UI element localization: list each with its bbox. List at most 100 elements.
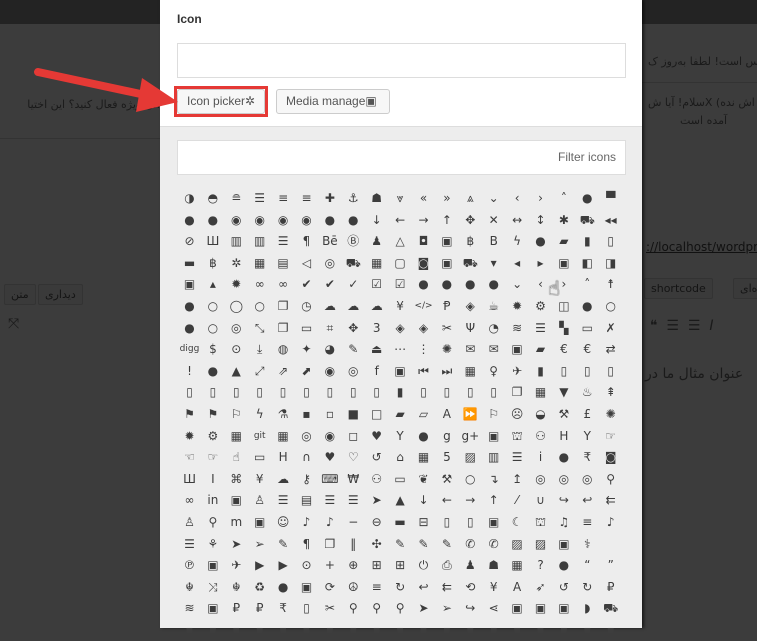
icon-option[interactable]: ☑ xyxy=(389,274,412,295)
icon-option[interactable]: ▀ xyxy=(599,188,622,209)
icon-option[interactable]: ▰ xyxy=(529,339,552,360)
icon-option[interactable]: ฿ xyxy=(459,231,482,252)
icon-option[interactable]: ▮ xyxy=(389,382,412,403)
icon-option[interactable]: ♻ xyxy=(248,577,271,598)
icon-option[interactable]: ◗ xyxy=(576,598,599,619)
icon-option[interactable]: ↻ xyxy=(576,577,599,598)
icon-option[interactable]: ♫ xyxy=(552,512,575,533)
icon-option[interactable]: ◘ xyxy=(412,231,435,252)
icon-option[interactable]: H xyxy=(272,447,295,468)
icon-option[interactable]: ⇗ xyxy=(272,361,295,382)
icon-option[interactable]: ▣ xyxy=(435,253,458,274)
icon-option[interactable]: ↔ xyxy=(506,210,529,231)
icon-option[interactable]: ▦ xyxy=(459,361,482,382)
icon-option[interactable]: in xyxy=(201,490,224,511)
icon-option[interactable]: ✂ xyxy=(318,598,341,619)
icon-option[interactable]: ▪ xyxy=(272,620,295,641)
icon-option[interactable]: ⁄ xyxy=(506,490,529,511)
icon-option[interactable]: ← xyxy=(389,210,412,231)
icon-option[interactable]: ⚐ xyxy=(482,404,505,425)
icon-option[interactable]: B xyxy=(482,231,505,252)
icon-option[interactable]: ¶ xyxy=(295,231,318,252)
icon-option[interactable]: ◓ xyxy=(201,188,224,209)
icon-option[interactable]: ▯ xyxy=(342,382,365,403)
icon-option[interactable]: ▦ xyxy=(248,253,271,274)
icon-option[interactable]: ▯ xyxy=(365,382,388,403)
icon-option[interactable]: ▦ xyxy=(225,426,248,447)
icon-option[interactable]: ↑ xyxy=(435,210,458,231)
icon-option[interactable]: ≋ xyxy=(506,318,529,339)
icon-option[interactable]: ˄ xyxy=(552,188,575,209)
icon-option[interactable]: ❐ xyxy=(318,534,341,555)
icon-option[interactable]: ⇇ xyxy=(435,577,458,598)
icon-option[interactable]: ▥ xyxy=(482,447,505,468)
icon-option[interactable]: ○ xyxy=(459,469,482,490)
icon-option[interactable]: ● xyxy=(201,361,224,382)
shortcode-button[interactable]: shortcode xyxy=(644,278,713,299)
icon-option[interactable]: ⏭ xyxy=(435,361,458,382)
tab-text[interactable]: متن xyxy=(4,284,36,305)
icon-option[interactable]: ▣ xyxy=(552,534,575,555)
icon-option[interactable]: ↺ xyxy=(365,447,388,468)
icon-option[interactable]: ✎ xyxy=(435,534,458,555)
icon-option[interactable]: ● xyxy=(178,210,201,231)
icon-option[interactable]: ▪ xyxy=(342,620,365,641)
icon-option[interactable]: £ xyxy=(576,404,599,425)
icon-option[interactable]: ⊕ xyxy=(342,555,365,576)
icon-option[interactable]: € xyxy=(552,339,575,360)
icon-option[interactable]: i xyxy=(529,447,552,468)
icon-option[interactable]: ◁ xyxy=(295,253,318,274)
icon-option[interactable]: ▣ xyxy=(435,231,458,252)
icon-option[interactable]: ⇄ xyxy=(599,339,622,360)
filter-icons-input[interactable]: Filter icons xyxy=(177,140,626,175)
icon-option[interactable]: ▪ xyxy=(389,620,412,641)
icon-option[interactable]: ⚒ xyxy=(552,404,575,425)
icon-option[interactable]: ↓ xyxy=(412,490,435,511)
icon-option[interactable]: ▨ xyxy=(459,447,482,468)
icon-option[interactable]: Ᵽ xyxy=(435,296,458,317)
icon-option[interactable]: ● xyxy=(318,210,341,231)
icon-option[interactable]: “ xyxy=(576,555,599,576)
icon-option[interactable]: </> xyxy=(412,296,435,317)
icon-option[interactable]: ⌨ xyxy=(318,469,341,490)
icon-option[interactable]: ● xyxy=(201,210,224,231)
icon-option[interactable]: ▲ xyxy=(389,490,412,511)
icon-option[interactable]: ✆ xyxy=(482,534,505,555)
icon-option[interactable]: ✎ xyxy=(389,534,412,555)
icon-option[interactable]: ✔ xyxy=(295,274,318,295)
icon-option[interactable]: ‹ xyxy=(506,188,529,209)
icon-option[interactable]: ₩ xyxy=(342,469,365,490)
icon-option[interactable]: ☬ xyxy=(225,577,248,598)
icon-option[interactable]: ◙ xyxy=(599,447,622,468)
icon-option[interactable]: ▦ xyxy=(365,253,388,274)
icon-option[interactable]: ▪ xyxy=(599,620,622,641)
icon-option[interactable]: ☁ xyxy=(342,296,365,317)
icon-option[interactable]: ☕ xyxy=(482,296,505,317)
icon-option[interactable]: ▤ xyxy=(295,490,318,511)
icon-option[interactable]: ▣ xyxy=(225,490,248,511)
icon-option[interactable]: ▣ xyxy=(506,339,529,360)
icon-option[interactable]: ✂ xyxy=(435,318,458,339)
icon-option[interactable]: ▯ xyxy=(599,231,622,252)
icon-option[interactable]: ◈ xyxy=(459,296,482,317)
icon-option[interactable]: ⊘ xyxy=(178,231,201,252)
icon-option[interactable]: ◂◂ xyxy=(599,210,622,231)
icon-option[interactable]: ▤ xyxy=(272,253,295,274)
icon-option[interactable]: € xyxy=(576,339,599,360)
icon-option[interactable]: ◧ xyxy=(576,253,599,274)
icon-option[interactable]: ▪ xyxy=(576,620,599,641)
icon-option[interactable]: ˄ xyxy=(576,274,599,295)
icon-option[interactable]: ↑ xyxy=(482,490,505,511)
icon-option[interactable]: f xyxy=(365,361,388,382)
icon-option[interactable]: A xyxy=(506,577,529,598)
icon-option[interactable]: △ xyxy=(389,231,412,252)
icon-option[interactable]: ▪ xyxy=(225,620,248,641)
icon-option[interactable]: ▫ xyxy=(318,404,341,425)
icon-option[interactable]: ☝ xyxy=(225,447,248,468)
icon-option[interactable]: digg xyxy=(178,339,201,360)
icon-option[interactable]: ⚇ xyxy=(365,469,388,490)
icon-option[interactable]: ♪ xyxy=(295,512,318,533)
icon-option[interactable]: ⚇ xyxy=(529,426,552,447)
icon-option[interactable]: ⤨ xyxy=(201,577,224,598)
icon-option[interactable]: ◈ xyxy=(389,318,412,339)
